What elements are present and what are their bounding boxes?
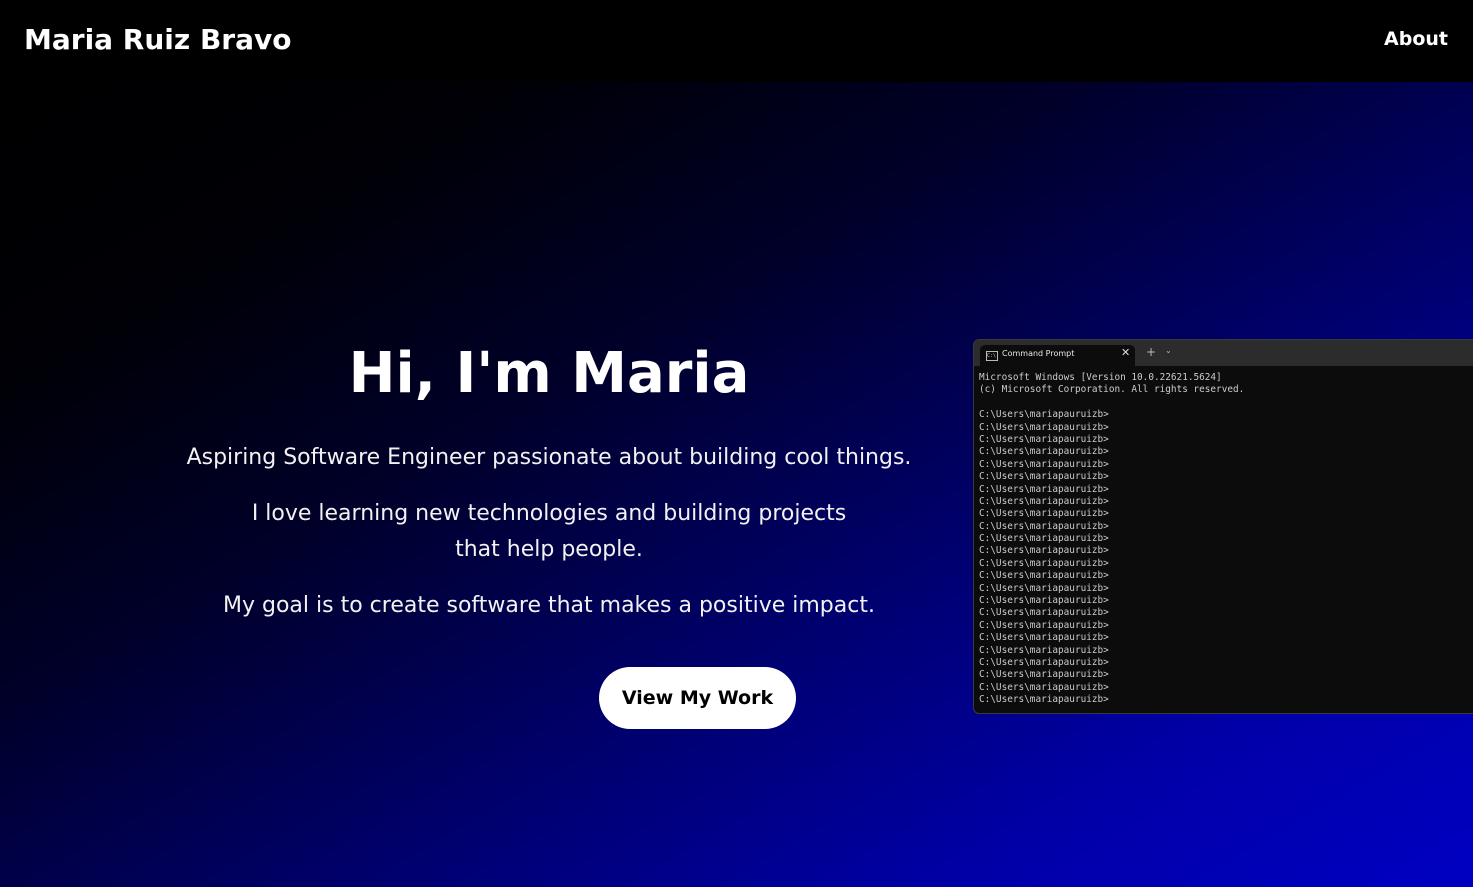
terminal-prompt-line: C:\Users\mariapauruizb> xyxy=(979,545,1109,557)
hero-description: I love learning new technologies and bui… xyxy=(251,501,847,562)
terminal-prompt-line: C:\Users\mariapauruizb> xyxy=(979,595,1109,607)
terminal-prompt-line: C:\Users\mariapauruizb> xyxy=(979,644,1109,656)
terminal-prompt-line: C:\Users\mariapauruizb> xyxy=(979,557,1109,569)
view-my-work-button[interactable]: View My Work xyxy=(599,667,796,729)
terminal-tab: C:\ Command Prompt ✕ xyxy=(980,345,1135,366)
terminal-prompt-line: C:\Users\mariapauruizb> xyxy=(979,409,1109,421)
terminal-prompt-line: C:\Users\mariapauruizb> xyxy=(979,508,1109,520)
terminal-output: Microsoft Windows [Version 10.0.22621.56… xyxy=(979,372,1473,707)
terminal-prompt-line: C:\Users\mariapauruizb> xyxy=(979,607,1109,619)
nav-link-about[interactable]: About xyxy=(1384,26,1448,52)
terminal-prompt-line: C:\Users\mariapauruizb> xyxy=(979,681,1109,693)
terminal-prompt-line: C:\Users\mariapauruizb> xyxy=(979,483,1109,495)
terminal-icon: C:\ xyxy=(986,351,998,361)
navbar: Maria Ruiz Bravo About xyxy=(0,0,1473,82)
terminal-prompt-line: C:\Users\mariapauruizb> xyxy=(979,533,1109,545)
hero-title: Hi, I'm Maria xyxy=(348,341,750,406)
site-brand[interactable]: Maria Ruiz Bravo xyxy=(24,22,291,58)
terminal-tab-title: Command Prompt xyxy=(1002,349,1075,358)
terminal-screenshot: C:\ Command Prompt ✕ + ⌄ Microsoft Windo… xyxy=(973,339,1473,714)
terminal-prompt-line: C:\Users\mariapauruizb> xyxy=(979,632,1109,644)
terminal-prompt-line: C:\Users\mariapauruizb> xyxy=(979,570,1109,582)
terminal-header-line: Microsoft Windows [Version 10.0.22621.56… xyxy=(979,372,1222,383)
terminal-prompt-line: C:\Users\mariapauruizb> xyxy=(979,582,1109,594)
terminal-prompt-line: C:\Users\mariapauruizb> xyxy=(979,656,1109,668)
terminal-prompt-line: C:\Users\mariapauruizb> xyxy=(979,520,1109,532)
terminal-titlebar: C:\ Command Prompt ✕ + ⌄ xyxy=(974,340,1473,366)
terminal-prompt-line: C:\Users\mariapauruizb> xyxy=(979,694,1109,706)
terminal-prompt-line: C:\Users\mariapauruizb> xyxy=(979,458,1109,470)
terminal-prompt-line: C:\Users\mariapauruizb> xyxy=(979,471,1109,483)
terminal-prompt-line: C:\Users\mariapauruizb> xyxy=(979,433,1109,445)
hero-goal: My goal is to create software that makes… xyxy=(223,593,875,618)
plus-icon: + xyxy=(1146,345,1157,359)
terminal-prompt-line: C:\Users\mariapauruizb> xyxy=(979,446,1109,458)
terminal-prompt-line: C:\Users\mariapauruizb> xyxy=(979,421,1109,433)
terminal-header-line: (c) Microsoft Corporation. All rights re… xyxy=(979,384,1245,396)
terminal-prompt-line: C:\Users\mariapauruizb> xyxy=(979,619,1109,631)
terminal-prompt-line: C:\Users\mariapauruizb> xyxy=(979,669,1109,681)
hero-section: Hi, I'm Maria Aspiring Software Engineer… xyxy=(0,82,1473,887)
hero-tagline: Aspiring Software Engineer passionate ab… xyxy=(186,445,912,470)
terminal-prompt-line: C:\Users\mariapauruizb> xyxy=(979,495,1109,507)
terminal-header-line xyxy=(979,397,1473,409)
chevron-down-icon: ⌄ xyxy=(1165,346,1172,355)
close-icon: ✕ xyxy=(1121,346,1131,359)
